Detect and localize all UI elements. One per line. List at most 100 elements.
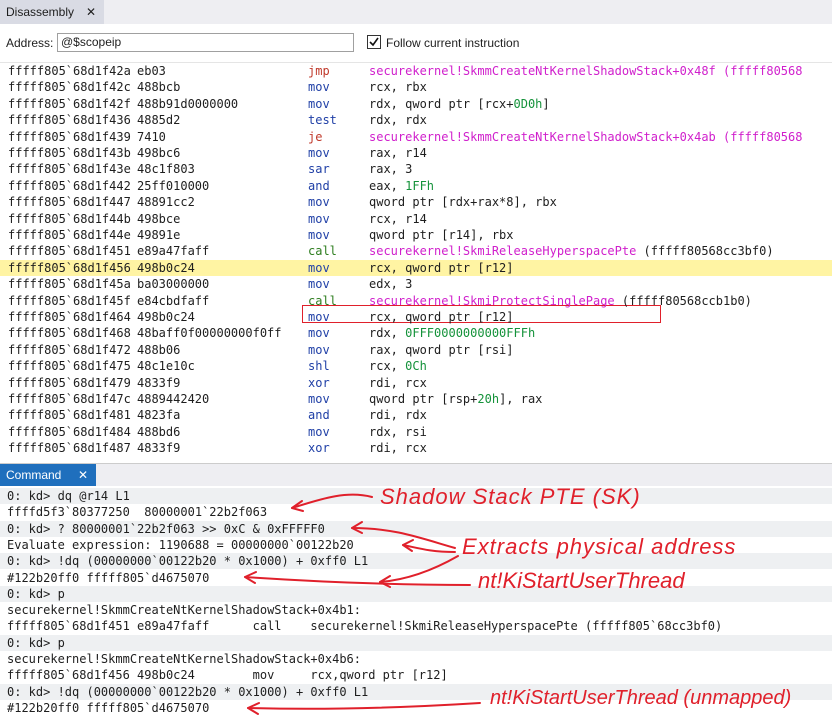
instruction-bytes: 25ff010000	[137, 178, 210, 193]
disassembly-row[interactable]: fffff805`68d1f451 e89a47faff call secureker…	[0, 243, 832, 259]
command-output-line: securekernel!SkmmCreateNtKernelShadowSta…	[7, 652, 362, 666]
symbol-link[interactable]: securekernel!SkmmCreateNtKernelShadowSta…	[369, 130, 802, 144]
follow-checkbox[interactable]	[367, 35, 381, 49]
operand-text: rdi, rcx	[369, 375, 427, 390]
instruction-operands: rdi, rcx	[369, 375, 427, 391]
command-output-line: fffff805`68d1f451 e89a47faff call secure…	[7, 619, 723, 634]
operand-text: rdi, rdx	[369, 408, 427, 423]
tab-disassembly[interactable]: Disassembly ✕	[0, 0, 104, 24]
operand-text: rcx, rbx	[369, 80, 427, 95]
address-input[interactable]: @$scopeip	[57, 33, 354, 52]
symbol-link[interactable]: securekernel!SkmiProtectSinglePage	[369, 294, 615, 308]
instruction-mnemonic: mov	[308, 80, 330, 95]
instruction-mnemonic: mov	[308, 146, 330, 160]
instruction-bytes: 7410	[137, 129, 166, 144]
instruction-mnemonic: call	[308, 293, 337, 308]
operand-text: rdx,	[369, 326, 406, 341]
disassembly-row[interactable]: fffff805`68d1f464 498b0c24 mov rcx, qword p…	[0, 309, 832, 325]
instruction-bytes: 4833f9	[137, 441, 181, 456]
instruction-mnemonic: jmp	[308, 64, 330, 78]
disassembly-listing[interactable]: fffff805`68d1f42a eb03 jmp securekernel!Skm…	[0, 63, 832, 459]
instruction-operands: rcx, 0Ch	[369, 358, 427, 374]
disassembly-row[interactable]: fffff805`68d1f42a eb03 jmp securekernel!Skm…	[0, 63, 832, 79]
instruction-address: fffff805`68d1f475	[8, 359, 131, 374]
instruction-mnemonic: test	[308, 113, 337, 128]
note-start-thread: nt!KiStartUserThread	[478, 568, 685, 593]
disassembly-row[interactable]: fffff805`68d1f45a ba03000000 mov edx, 3	[0, 276, 832, 292]
address-bar: Address: @$scopeip Follow current instru…	[0, 24, 832, 63]
disassembly-row[interactable]: fffff805`68d1f42f 488b91d0000000 mov rdx, q…	[0, 96, 832, 112]
instruction-address: fffff805`68d1f44b	[8, 211, 131, 226]
symbol-link[interactable]: securekernel!SkmmCreateNtKernelShadowSta…	[369, 64, 802, 78]
command-output-line: fffff805`68d1f456 498b0c24 mov rcx,qword…	[7, 668, 448, 683]
operand-text: (fffff80568ccb1b0)	[614, 293, 752, 308]
operand-text: qword ptr [r14], rbx	[369, 228, 514, 242]
close-icon[interactable]: ✕	[86, 0, 96, 24]
instruction-operands: securekernel!SkmmCreateNtKernelShadowSta…	[369, 129, 802, 145]
instruction-operands: rcx, qword ptr [r12]	[369, 309, 514, 325]
instruction-operands: rdx, rsi	[369, 424, 427, 440]
disassembly-row[interactable]: fffff805`68d1f481 4823fa and rdi, rdx	[0, 407, 832, 423]
instruction-operands: rcx, r14	[369, 211, 427, 227]
instruction-mnemonic: mov	[308, 211, 330, 226]
symbol-link[interactable]: securekernel!SkmiReleaseHyperspacePte	[369, 244, 636, 258]
instruction-bytes: 49891e	[137, 228, 181, 242]
disassembly-row[interactable]: fffff805`68d1f456 498b0c24 mov rcx, qword p…	[0, 259, 832, 276]
instruction-address: fffff805`68d1f43b	[8, 146, 131, 160]
disassembly-row[interactable]: fffff805`68d1f447 48891cc2 mov qword ptr [r…	[0, 194, 832, 210]
instruction-bytes: 48891cc2	[137, 195, 195, 210]
disassembly-row[interactable]: fffff805`68d1f439 7410 je securekernel!Skmm…	[0, 129, 832, 145]
disassembly-row[interactable]: fffff805`68d1f44b 498bce mov rcx, r14	[0, 211, 832, 227]
instruction-operands: securekernel!SkmmCreateNtKernelShadowSta…	[369, 63, 802, 79]
instruction-mnemonic: shl	[308, 359, 330, 374]
follow-label: Follow current instruction	[386, 36, 520, 50]
instruction-bytes: 498bc6	[137, 146, 181, 160]
disassembly-row[interactable]: fffff805`68d1f468 48baff0f00000000f0ff mov…	[0, 325, 832, 341]
note-start-thread-unmapped: nt!KiStartUserThread (unmapped)	[490, 687, 792, 709]
operand-text: rax, 3	[369, 162, 413, 177]
operand-text: edx, 3	[369, 277, 413, 292]
operand-text: rdx, rsi	[369, 424, 427, 439]
disassembly-row[interactable]: fffff805`68d1f42c 488bcb mov rcx, rbx	[0, 79, 832, 95]
instruction-address: fffff805`68d1f472	[8, 342, 131, 357]
instruction-operands: rax, qword ptr [rsi]	[369, 342, 514, 358]
disassembly-row[interactable]: fffff805`68d1f479 4833f9 xor rdi, rcx	[0, 375, 832, 391]
instruction-address: fffff805`68d1f468	[8, 326, 131, 341]
operand-text: rdx, rdx	[369, 113, 427, 128]
disassembly-row[interactable]: fffff805`68d1f43b 498bc6 mov rax, r14	[0, 145, 832, 161]
instruction-operands: qword ptr [rsp+20h], rax	[369, 391, 542, 407]
disassembly-row[interactable]: fffff805`68d1f442 25ff010000 and eax, 1FFh	[0, 178, 832, 194]
instruction-mnemonic: mov	[308, 260, 330, 275]
instruction-bytes: 48baff0f00000000f0ff	[137, 326, 282, 341]
operand-text: ]	[542, 96, 550, 111]
instruction-operands: rdi, rdx	[369, 407, 427, 423]
disassembly-row[interactable]: fffff805`68d1f43e 48c1f803 sar rax, 3	[0, 161, 832, 177]
immediate-value: 0D0h	[513, 96, 543, 111]
instruction-bytes: 498b0c24	[137, 310, 195, 324]
disassembly-row[interactable]: fffff805`68d1f47c 4889442420 mov qword ptr …	[0, 391, 832, 407]
disassembly-row[interactable]: fffff805`68d1f475 48c1e10c shl rcx, 0Ch	[0, 358, 832, 374]
disassembly-row[interactable]: fffff805`68d1f472 488b06 mov rax, qword ptr…	[0, 342, 832, 358]
command-output[interactable]: 0: kd> dq @r14 L1 ffffd5f3`80377250 80000…	[0, 486, 832, 721]
instruction-mnemonic: call	[308, 244, 337, 259]
disassembly-row[interactable]: fffff805`68d1f44e 49891e mov qword ptr [r14…	[0, 227, 832, 243]
immediate-value: 1FFh	[405, 178, 435, 193]
instruction-bytes: e84cbdfaff	[137, 293, 210, 308]
tab-command[interactable]: Command ✕	[0, 464, 96, 486]
disassembly-row[interactable]: fffff805`68d1f487 4833f9 xor rdi, rcx	[0, 440, 832, 456]
instruction-operands: rdi, rcx	[369, 440, 427, 456]
instruction-operands: rdx, rdx	[369, 112, 427, 128]
disassembly-row[interactable]: fffff805`68d1f484 488bd6 mov rdx, rsi	[0, 424, 832, 440]
operand-text: rcx, qword ptr [r12]	[369, 260, 514, 275]
instruction-bytes: 4823fa	[137, 408, 181, 423]
instruction-operands: rax, 3	[369, 161, 412, 177]
operand-text: ], rax	[499, 392, 543, 406]
disassembly-row[interactable]: fffff805`68d1f436 4885d2 test rdx, rdx	[0, 112, 832, 128]
instruction-bytes: e89a47faff	[137, 244, 210, 259]
disassembly-row[interactable]: fffff805`68d1f45f e84cbdfaff call secureker…	[0, 293, 832, 309]
close-icon[interactable]: ✕	[78, 464, 88, 486]
operand-text: qword ptr [rdx+rax*8], rbx	[369, 195, 557, 210]
instruction-mnemonic: xor	[308, 375, 330, 390]
tab-command-label: Command	[6, 468, 62, 482]
instruction-bytes: ba03000000	[137, 277, 210, 292]
